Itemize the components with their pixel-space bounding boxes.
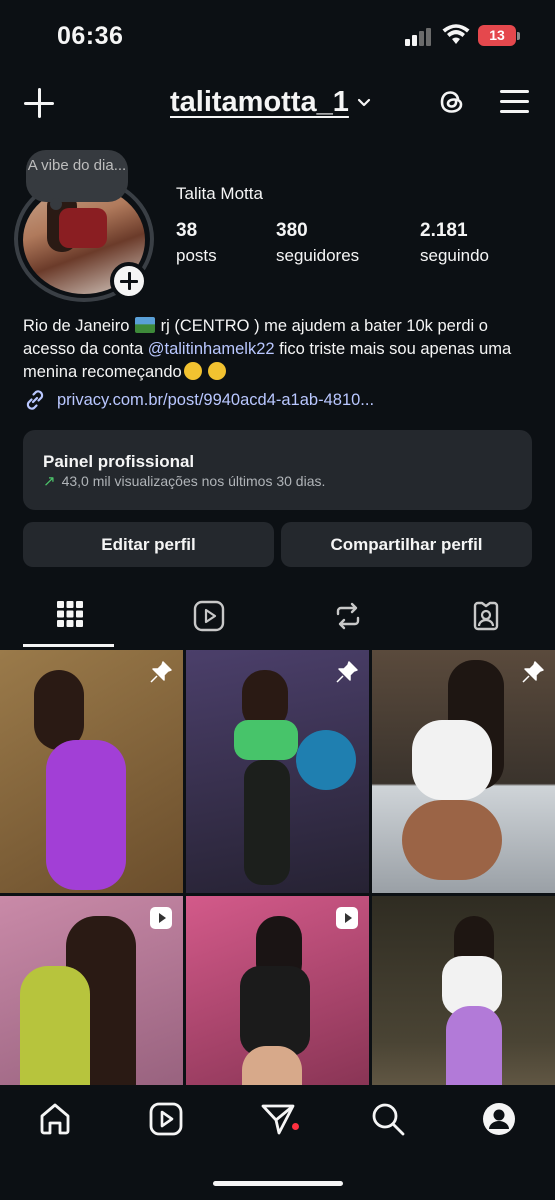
professional-dashboard[interactable]: Painel profissional ↗ 43,0 mil visualiza…	[23, 430, 532, 510]
grid-post[interactable]	[0, 650, 183, 893]
landscape-emoji-icon	[135, 317, 155, 333]
cellular-signal-icon	[405, 28, 433, 46]
wifi-icon	[442, 24, 470, 44]
smiley-emoji-icon	[183, 362, 202, 380]
status-time: 06:36	[57, 22, 124, 50]
profile-icon[interactable]	[481, 1101, 517, 1137]
stat-label: seguidores	[276, 246, 360, 265]
stat-posts[interactable]: 38 posts	[176, 220, 217, 266]
tab-posts[interactable]	[0, 590, 139, 648]
profile-tabs	[0, 590, 555, 648]
account-switcher[interactable]: talitamotta_1	[170, 86, 371, 119]
pin-icon	[150, 661, 172, 683]
grid-post[interactable]	[372, 650, 555, 893]
tab-tagged[interactable]	[416, 590, 555, 648]
stat-value: 2.181	[420, 220, 468, 241]
create-icon[interactable]	[22, 86, 56, 120]
pin-icon	[336, 661, 358, 683]
note-bubble[interactable]: A vibe do dia...	[26, 150, 128, 210]
battery-cap	[517, 32, 520, 40]
bio-link[interactable]: privacy.com.br/post/9940acd4-a1ab-4810..…	[23, 388, 374, 412]
smiley-emoji-icon	[208, 362, 227, 380]
grid-icon	[56, 601, 83, 627]
stat-label: posts	[176, 246, 217, 265]
status-bar: 06:36 13	[0, 0, 555, 70]
trend-up-icon: ↗	[43, 473, 56, 490]
display-name: Talita Motta	[176, 184, 263, 203]
panel-title: Painel profissional	[43, 452, 195, 471]
home-indicator	[213, 1181, 343, 1186]
bio-link-text[interactable]: privacy.com.br/post/9940acd4-a1ab-4810..…	[57, 391, 374, 410]
share-profile-button[interactable]: Compartilhar perfil	[281, 522, 532, 567]
stat-following[interactable]: 2.181 seguindo	[420, 220, 489, 266]
bio-text: Rio de Janeiro	[23, 317, 130, 335]
notification-dot	[292, 1123, 299, 1130]
reel-badge-icon	[336, 907, 358, 929]
reels-icon[interactable]	[148, 1101, 184, 1137]
bio: Rio de Janeiro rj (CENTRO ) me ajudem a …	[23, 315, 538, 384]
reels-icon	[193, 600, 224, 632]
stat-label: seguindo	[420, 246, 490, 265]
link-icon	[26, 390, 44, 410]
messages-icon[interactable]	[260, 1101, 296, 1137]
battery-icon: 13	[478, 25, 516, 46]
stat-followers[interactable]: 380 seguidores	[276, 220, 359, 266]
stat-value: 38	[176, 220, 198, 241]
panel-subtitle-text: 43,0 mil visualizações nos últimos 30 di…	[61, 473, 326, 489]
panel-subtitle: ↗ 43,0 mil visualizações nos últimos 30 …	[43, 472, 325, 490]
active-tab-indicator	[23, 644, 114, 647]
search-icon[interactable]	[370, 1101, 406, 1137]
profile-header: talitamotta_1	[0, 80, 555, 128]
tab-reposts[interactable]	[278, 590, 417, 648]
chevron-down-icon	[357, 98, 370, 106]
threads-icon[interactable]	[436, 86, 468, 118]
pin-icon	[522, 661, 544, 683]
username: talitamotta_1	[170, 86, 349, 118]
home-icon[interactable]	[37, 1101, 73, 1137]
grid-post[interactable]	[186, 650, 369, 893]
reel-badge-icon	[150, 907, 172, 929]
add-story-icon[interactable]	[110, 262, 148, 300]
edit-profile-button[interactable]: Editar perfil	[23, 522, 274, 567]
menu-icon[interactable]	[500, 90, 529, 114]
tab-reels[interactable]	[139, 590, 278, 648]
tagged-icon	[473, 601, 498, 631]
reposts-icon	[336, 602, 359, 630]
bio-mention-link[interactable]: @talitinhamelk22	[148, 340, 275, 358]
stat-value: 380	[276, 220, 308, 241]
